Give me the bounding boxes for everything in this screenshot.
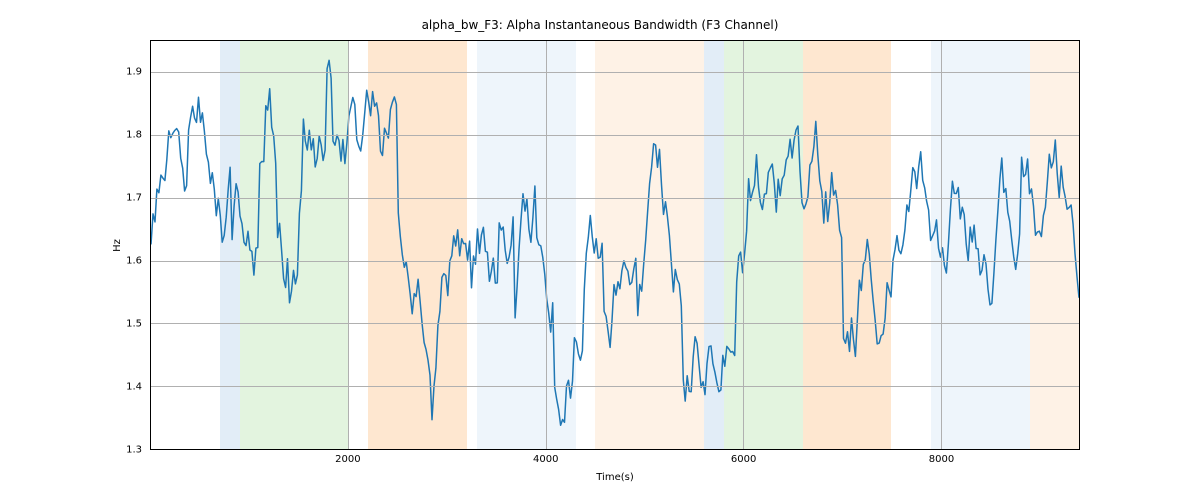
grid-line-horizontal	[151, 261, 1079, 262]
grid-line-horizontal	[151, 198, 1079, 199]
grid-line-vertical	[546, 41, 547, 449]
x-tick-label: 6000	[714, 454, 774, 465]
x-tick-label: 8000	[911, 454, 971, 465]
y-tick-label: 1.7	[0, 192, 142, 203]
grid-line-vertical	[941, 41, 942, 449]
grid-line-horizontal	[151, 135, 1079, 136]
grid-line-vertical	[743, 41, 744, 449]
y-tick-label: 1.5	[0, 318, 142, 329]
grid-line-horizontal	[151, 386, 1079, 387]
y-tick-label: 1.3	[0, 445, 142, 456]
y-tick-label: 1.9	[0, 66, 142, 77]
y-tick-label: 1.8	[0, 129, 142, 140]
x-tick-label: 4000	[516, 454, 576, 465]
grid-line-vertical	[348, 41, 349, 449]
x-axis-label: Time(s)	[150, 472, 1080, 483]
grid-line-horizontal	[151, 72, 1079, 73]
plot-area	[150, 40, 1080, 450]
grid-line-horizontal	[151, 323, 1079, 324]
y-tick-label: 1.4	[0, 381, 142, 392]
grid-line-horizontal	[151, 449, 1079, 450]
x-tick-label: 2000	[318, 454, 378, 465]
chart-title: alpha_bw_F3: Alpha Instantaneous Bandwid…	[0, 18, 1200, 32]
y-tick-label: 1.6	[0, 255, 142, 266]
